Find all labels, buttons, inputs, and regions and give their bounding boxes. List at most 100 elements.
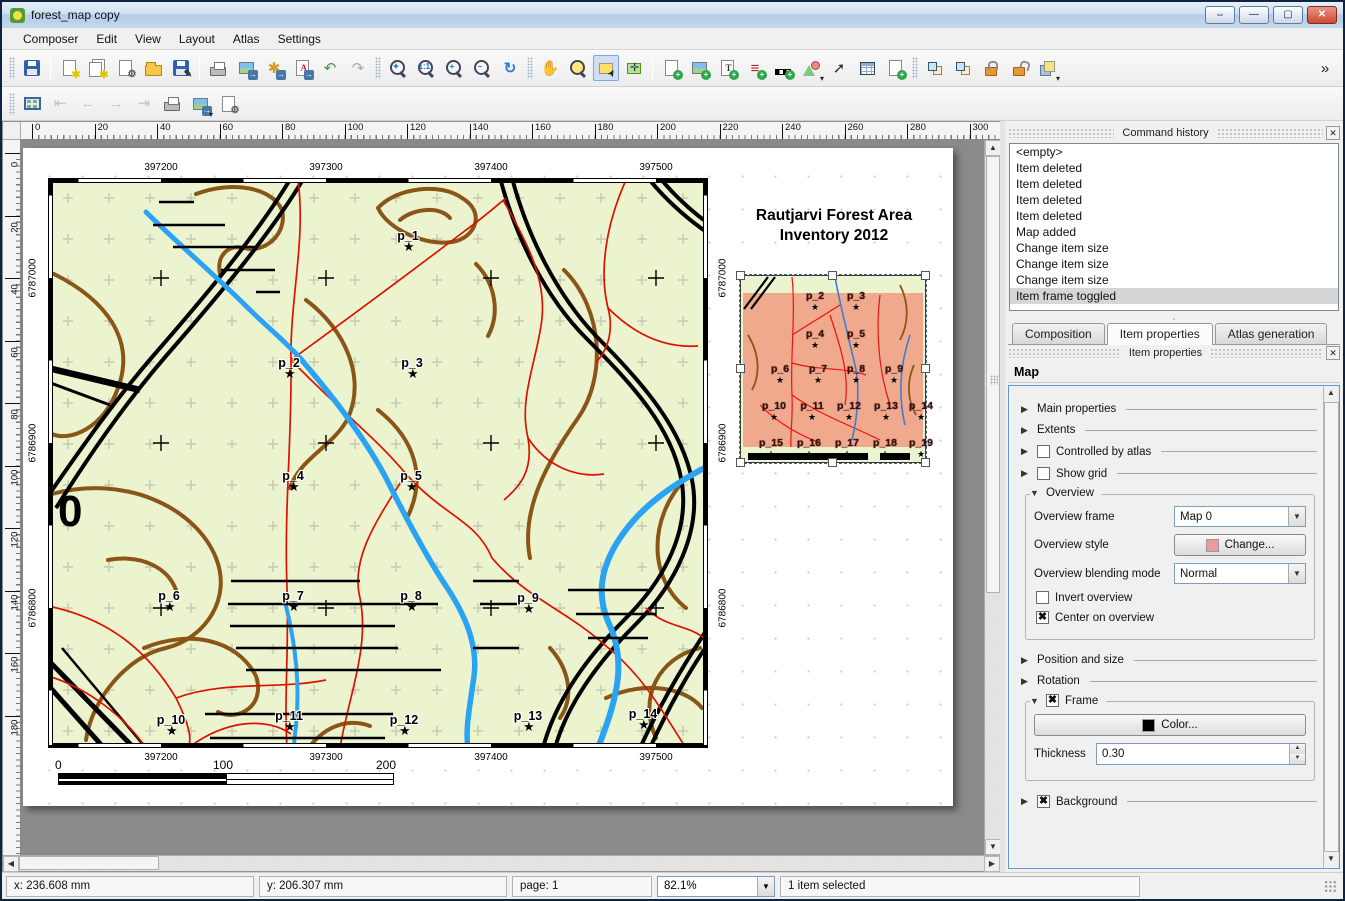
overview-frame-select[interactable]: Map 0 ▼ (1174, 506, 1306, 527)
save-as-template[interactable]: ✎ (168, 55, 194, 81)
close-button[interactable]: ✕ (1307, 6, 1337, 24)
command-history-list[interactable]: <empty>Item deletedItem deletedItem dele… (1009, 143, 1339, 311)
add-image[interactable]: + (686, 55, 712, 81)
history-item[interactable]: <empty> (1010, 144, 1338, 160)
dock-splitter-handle[interactable] (1008, 315, 1340, 322)
scroll-right-arrow[interactable]: ▶ (984, 856, 1000, 872)
section-overview[interactable]: ▼ Overview (1030, 487, 1102, 499)
center-on-overview-checkbox[interactable]: ✖ (1036, 611, 1049, 624)
add-new-map[interactable]: + (658, 55, 684, 81)
move-item-content[interactable] (621, 55, 647, 81)
load-from-template[interactable] (140, 55, 166, 81)
history-item[interactable]: Item deleted (1010, 160, 1338, 176)
export-as-pdf[interactable]: A→ (289, 55, 315, 81)
add-arrow[interactable]: ➚ (826, 55, 852, 81)
section-extents[interactable]: ▶ Extents (1021, 424, 1317, 436)
toolbar-overflow-icon[interactable]: » (1312, 55, 1338, 81)
selection-handle[interactable] (736, 364, 745, 373)
composition-manager[interactable]: ⚙ (112, 55, 138, 81)
toolbar-drag-handle[interactable] (375, 57, 381, 79)
menu-composer[interactable]: Composer (14, 30, 87, 48)
zoom-to-item[interactable] (565, 55, 591, 81)
add-scalebar[interactable]: + (770, 55, 796, 81)
overview-blending-mode-select[interactable]: Normal ▼ (1174, 563, 1306, 584)
print-atlas[interactable] (159, 91, 185, 117)
properties-scroll-thumb[interactable] (1324, 402, 1339, 852)
selection-handle[interactable] (736, 271, 745, 280)
atlas-settings[interactable]: ⚙ (215, 91, 241, 117)
ungroup-items[interactable] (950, 55, 976, 81)
zoom-actual-size[interactable]: 1:1 (413, 55, 439, 81)
raise-selected-items[interactable]: ▾ (1034, 55, 1060, 81)
menu-settings[interactable]: Settings (269, 30, 330, 48)
save-project[interactable] (19, 55, 45, 81)
command-history-header[interactable]: Command history ✕ (1008, 125, 1340, 141)
selection-handle[interactable] (921, 271, 930, 280)
history-item[interactable]: Item deleted (1010, 192, 1338, 208)
minimize-button[interactable]: — (1239, 6, 1269, 24)
atlas-next-feature[interactable]: → (103, 91, 129, 117)
window-resize-button[interactable]: ⇔ (1205, 6, 1235, 24)
scroll-down-arrow[interactable]: ▼ (985, 839, 1001, 855)
print[interactable] (205, 55, 231, 81)
map-title-label[interactable]: Rautjarvi Forest Area Inventory 2012 (711, 206, 957, 246)
canvas-horizontal-scrollbar[interactable]: ◀ ▶ (3, 855, 1000, 871)
atlas-last-feature[interactable]: ⇥ (131, 91, 157, 117)
history-item[interactable]: Item frame toggled (1010, 288, 1338, 304)
menu-layout[interactable]: Layout (170, 30, 224, 48)
history-item[interactable]: Map added (1010, 224, 1338, 240)
selection-handle[interactable] (736, 458, 745, 467)
close-command-history-icon[interactable]: ✕ (1326, 126, 1340, 140)
composition-page[interactable]: 0 (23, 148, 953, 806)
selection-handle[interactable] (828, 271, 837, 280)
selection-handle[interactable] (828, 458, 837, 467)
atlas-first-feature[interactable]: ⇤ (47, 91, 73, 117)
zoom-level-combobox[interactable]: 82.1% ▼ (657, 876, 775, 897)
map-item[interactable]: 0 (48, 178, 708, 748)
section-rotation[interactable]: ▶ Rotation (1021, 675, 1317, 687)
tab-item-properties[interactable]: Item properties (1107, 323, 1213, 345)
history-item[interactable]: Item deleted (1010, 208, 1338, 224)
add-legend[interactable]: ≡+ (742, 55, 768, 81)
controlled-by-atlas-checkbox[interactable] (1037, 445, 1050, 458)
section-frame[interactable]: ▼ ✖ Frame (1030, 694, 1106, 707)
new-composition[interactable]: ✱ (56, 55, 82, 81)
composition-canvas[interactable]: 0 (21, 140, 984, 855)
show-grid-checkbox[interactable] (1037, 467, 1050, 480)
history-item[interactable]: Item deleted (1010, 176, 1338, 192)
redo[interactable]: ↷ (345, 55, 371, 81)
toolbar-drag-handle[interactable] (9, 93, 15, 115)
properties-scrollbar[interactable]: ▲ ▼ (1323, 386, 1339, 868)
toolbar-drag-handle[interactable] (527, 57, 533, 79)
window-resize-grip[interactable] (1324, 880, 1337, 893)
item-properties-header[interactable]: Item properties ✕ (1008, 345, 1340, 361)
scroll-up-arrow[interactable]: ▲ (1324, 386, 1338, 402)
export-as-image[interactable]: → (233, 55, 259, 81)
tab-atlas-generation[interactable]: Atlas generation (1215, 323, 1328, 344)
zoom-out[interactable]: − (469, 55, 495, 81)
scroll-up-arrow[interactable]: ▲ (985, 140, 1001, 156)
maximize-button[interactable]: ▢ (1273, 6, 1303, 24)
menu-edit[interactable]: Edit (87, 30, 126, 48)
tab-composition[interactable]: Composition (1012, 323, 1105, 344)
duplicate-composition[interactable]: ✱ (84, 55, 110, 81)
close-item-properties-icon[interactable]: ✕ (1326, 346, 1340, 360)
canvas-vertical-scrollbar[interactable]: ▲ ▼ (984, 140, 1000, 855)
titlebar[interactable]: forest_map copy ⇔ — ▢ ✕ (2, 2, 1343, 28)
selection-handle[interactable] (921, 458, 930, 467)
section-background[interactable]: ▶ ✖ Background (1021, 795, 1317, 808)
invert-overview-checkbox[interactable] (1036, 591, 1049, 604)
add-html-frame[interactable]: + (882, 55, 908, 81)
preview-atlas[interactable] (19, 91, 45, 117)
thickness-spinbox[interactable]: 0.30 ▲▼ (1096, 743, 1306, 765)
zoom-in[interactable]: + (441, 55, 467, 81)
frame-checkbox[interactable]: ✖ (1046, 694, 1059, 707)
section-main-properties[interactable]: ▶ Main properties (1021, 403, 1317, 415)
toolbar-drag-handle[interactable] (912, 57, 918, 79)
history-item[interactable]: Change item size (1010, 240, 1338, 256)
atlas-previous-feature[interactable]: ← (75, 91, 101, 117)
add-attribute-table[interactable] (854, 55, 880, 81)
horizontal-scroll-thumb[interactable] (19, 856, 159, 870)
export-atlas-as-image[interactable]: →▾ (187, 91, 213, 117)
lock-selected-items[interactable] (978, 55, 1004, 81)
